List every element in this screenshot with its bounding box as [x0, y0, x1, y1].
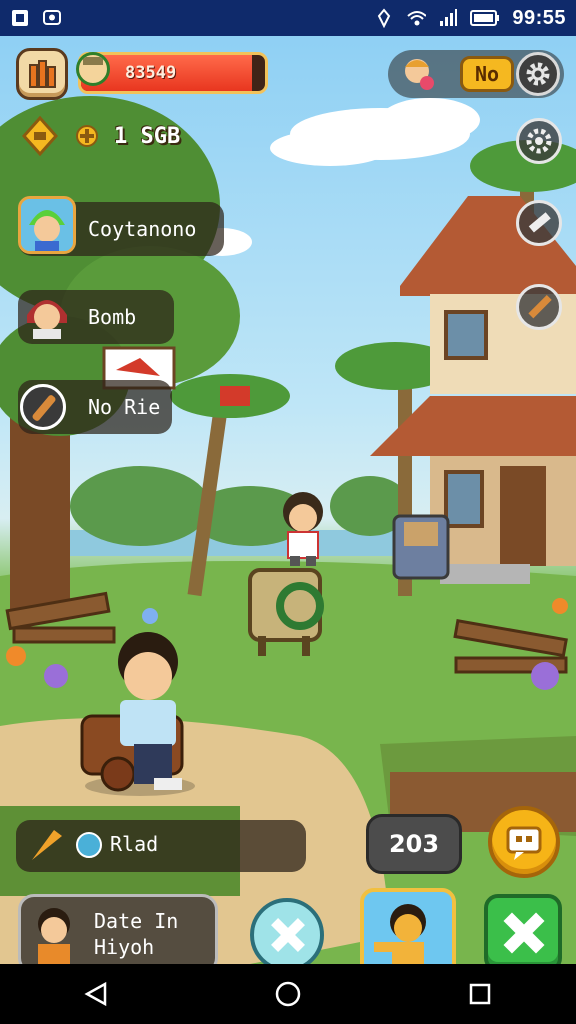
wifi-icon — [406, 8, 427, 28]
friend-avatar — [20, 384, 66, 430]
carrot-icon — [32, 830, 62, 860]
comb-icon — [528, 212, 551, 233]
friend-avatar — [18, 284, 76, 342]
gear-icon — [526, 128, 552, 154]
battery-icon — [470, 8, 500, 28]
event-card-text: Date In Hiyoh — [94, 908, 178, 960]
side-settings-button[interactable] — [516, 118, 562, 164]
navigation-bar — [0, 964, 576, 1024]
settings-button[interactable] — [516, 52, 560, 96]
back-button[interactable] — [66, 964, 126, 1024]
player-avatar[interactable] — [76, 52, 110, 86]
back-icon — [84, 981, 107, 1007]
notification-icon — [10, 8, 30, 28]
orb-icon — [76, 832, 102, 858]
menu-button[interactable] — [16, 48, 68, 100]
counter-badge: 203 — [366, 814, 462, 874]
status-bar: 99:55 — [0, 0, 576, 36]
life-value: 83549 — [125, 63, 177, 83]
far-trees — [70, 466, 410, 546]
event-subtitle: Hiyoh — [94, 935, 155, 959]
home-button[interactable] — [258, 964, 318, 1024]
quest-label: Rlad — [110, 832, 159, 856]
pencil-icon — [528, 294, 552, 319]
friend-gift-button[interactable] — [394, 50, 440, 96]
x-mark-icon — [503, 912, 545, 954]
recents-icon — [469, 983, 491, 1005]
side-edit-button[interactable] — [516, 284, 562, 330]
gift-avatar-icon — [405, 59, 434, 90]
clouds — [192, 98, 480, 256]
plus-coin-icon — [76, 125, 98, 147]
location-icon — [374, 8, 394, 28]
friend-name: No Rie — [88, 395, 161, 419]
gear-icon — [526, 62, 550, 86]
friend-name: Bomb — [88, 305, 137, 329]
clock: 99:55 — [512, 6, 566, 29]
confirm-button[interactable] — [484, 894, 562, 964]
friend-name: Coytanono — [88, 217, 197, 241]
recents-button[interactable] — [450, 964, 510, 1024]
sync-icon — [42, 8, 62, 28]
currency-row: 1 SGB — [20, 116, 180, 156]
side-tool-button[interactable] — [516, 200, 562, 246]
game-viewport[interactable]: 83549 No 1 SGB Coytanono Bomb No Rie Rla… — [0, 36, 576, 964]
event-title: Date In — [94, 909, 179, 933]
friend-avatar — [18, 196, 76, 254]
chat-button[interactable] — [488, 806, 560, 878]
bars-icon — [29, 60, 56, 88]
badge-button[interactable]: No — [460, 56, 514, 92]
bat-icon — [32, 395, 56, 421]
character-portrait — [374, 904, 426, 964]
event-avatar — [24, 900, 84, 964]
gem-icon — [21, 116, 59, 156]
close-button[interactable] — [250, 898, 324, 964]
cross-icon — [271, 918, 305, 952]
arcade-machine — [392, 514, 450, 580]
home-icon — [275, 981, 301, 1007]
chat-icon — [506, 826, 542, 860]
character-card[interactable] — [360, 888, 456, 964]
coin-count: 1 SGB — [114, 123, 181, 149]
signal-icon — [438, 8, 458, 28]
